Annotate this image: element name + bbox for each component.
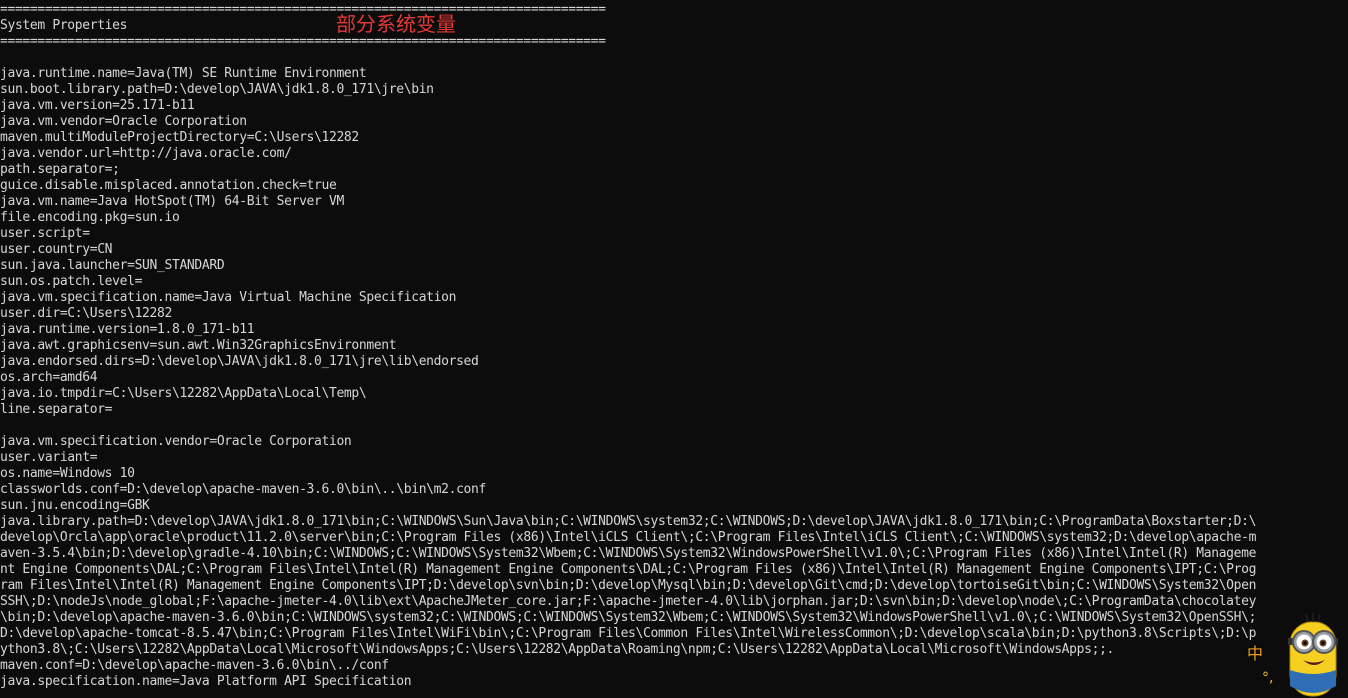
console-line: user.script= bbox=[0, 226, 90, 241]
console-line: os.arch=amd64 bbox=[0, 370, 98, 385]
console-line: sun.jnu.encoding=GBK bbox=[0, 498, 150, 513]
console-line: user.dir=C:\Users\12282 bbox=[0, 306, 172, 321]
console-line: ========================================… bbox=[0, 34, 606, 49]
console-line: java.vm.vendor=Oracle Corporation bbox=[0, 114, 247, 129]
console-line: sun.java.launcher=SUN_STANDARD bbox=[0, 258, 225, 273]
console-line: java.vm.name=Java HotSpot(TM) 64-Bit Ser… bbox=[0, 194, 344, 209]
console-line: java.runtime.version=1.8.0_171-b11 bbox=[0, 322, 255, 337]
console-line: line.separator= bbox=[0, 402, 113, 417]
console-line: \bin;D:\develop\apache-maven-3.6.0\bin;C… bbox=[0, 610, 1257, 625]
console-window[interactable]: ========================================… bbox=[0, 0, 1348, 698]
console-line: ython3.8\;C:\Users\12282\AppData\Local\M… bbox=[0, 642, 1115, 657]
red-annotation-label: 部分系统变量 bbox=[336, 12, 456, 36]
console-line: sun.boot.library.path=D:\develop\JAVA\jd… bbox=[0, 82, 434, 97]
console-line: java.vm.version=25.171-b11 bbox=[0, 98, 195, 113]
console-line: aven-3.5.4\bin;D:\develop\gradle-4.10\bi… bbox=[0, 546, 1257, 561]
console-line: user.variant= bbox=[0, 450, 98, 465]
console-line: java.awt.graphicsenv=sun.awt.Win32Graphi… bbox=[0, 338, 397, 353]
console-line: java.runtime.name=Java(TM) SE Runtime En… bbox=[0, 66, 367, 81]
console-line: System Properties bbox=[0, 18, 128, 33]
console-line: java.specification.name=Java Platform AP… bbox=[0, 674, 412, 689]
console-line: maven.multiModuleProjectDirectory=C:\Use… bbox=[0, 130, 359, 145]
console-line: user.country=CN bbox=[0, 242, 113, 257]
minion-mascot-icon[interactable] bbox=[1276, 608, 1348, 698]
console-line: nt Engine Components\DAL;C:\Program File… bbox=[0, 562, 1257, 577]
console-line: guice.disable.misplaced.annotation.check… bbox=[0, 178, 337, 193]
console-line: D:\develop\apache-tomcat-8.5.47\bin;C:\P… bbox=[0, 626, 1257, 641]
console-line: sun.os.patch.level= bbox=[0, 274, 143, 289]
console-line: classworlds.conf=D:\develop\apache-maven… bbox=[0, 482, 486, 497]
console-line: path.separator=; bbox=[0, 162, 120, 177]
console-line: file.encoding.pkg=sun.io bbox=[0, 210, 180, 225]
console-line: os.name=Windows 10 bbox=[0, 466, 135, 481]
console-line: java.io.tmpdir=C:\Users\12282\AppData\Lo… bbox=[0, 386, 367, 401]
console-line: maven.conf=D:\develop\apache-maven-3.6.0… bbox=[0, 658, 389, 673]
console-output: ========================================… bbox=[0, 2, 1256, 690]
console-line: ========================================… bbox=[0, 2, 606, 17]
console-line: java.vm.specification.vendor=Oracle Corp… bbox=[0, 434, 352, 449]
console-line: SSH\;D:\nodeJs\node_global;F:\apache-jme… bbox=[0, 594, 1257, 609]
console-line: develop\Orcla\app\oracle\product\11.2.0\… bbox=[0, 530, 1257, 545]
console-line: java.library.path=D:\develop\JAVA\jdk1.8… bbox=[0, 514, 1257, 529]
console-line: java.vm.specification.name=Java Virtual … bbox=[0, 290, 457, 305]
console-line: java.vendor.url=http://java.oracle.com/ bbox=[0, 146, 292, 161]
ime-punctuation-indicator[interactable]: °, bbox=[1262, 670, 1273, 686]
console-line: java.endorsed.dirs=D:\develop\JAVA\jdk1.… bbox=[0, 354, 479, 369]
ime-mode-indicator[interactable]: 中 bbox=[1247, 640, 1263, 664]
console-line: ram Files\Intel\Intel(R) Management Engi… bbox=[0, 578, 1257, 593]
